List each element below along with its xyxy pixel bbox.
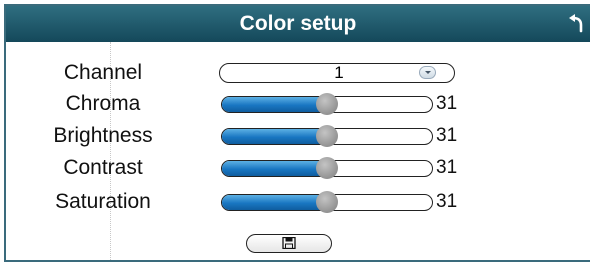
- chroma-row: Chroma 31: [6, 89, 590, 119]
- return-arrow-icon[interactable]: [568, 14, 584, 34]
- channel-dropdown[interactable]: 1: [219, 63, 455, 83]
- dialog-title: Color setup: [239, 12, 357, 35]
- brightness-slider-thumb[interactable]: [316, 125, 338, 147]
- save-icon: [282, 237, 296, 249]
- saturation-slider-thumb[interactable]: [316, 191, 338, 213]
- contrast-slider-fill: [222, 161, 327, 176]
- saturation-slider-fill: [222, 195, 327, 210]
- brightness-value: 31: [436, 125, 458, 146]
- contrast-row: Contrast 31: [6, 153, 590, 183]
- saturation-row: Saturation 31: [6, 187, 590, 217]
- chroma-slider-fill: [222, 97, 327, 112]
- brightness-row: Brightness 31: [6, 121, 590, 151]
- color-setup-dialog: Color setup Channel 1 Chroma 31 Brightne…: [4, 4, 590, 262]
- saturation-value: 31: [436, 191, 458, 212]
- chroma-value: 31: [436, 93, 458, 114]
- chevron-down-icon[interactable]: [419, 66, 436, 79]
- title-bar: Color setup: [6, 6, 590, 42]
- chroma-label: Chroma: [65, 92, 141, 115]
- brightness-slider-fill: [222, 129, 327, 144]
- chroma-slider-thumb[interactable]: [316, 93, 338, 115]
- channel-row: Channel 1: [6, 58, 590, 88]
- contrast-slider-thumb[interactable]: [316, 157, 338, 179]
- brightness-label: Brightness: [53, 124, 153, 147]
- save-button[interactable]: [246, 234, 332, 253]
- contrast-label: Contrast: [63, 156, 143, 179]
- channel-label: Channel: [63, 61, 143, 84]
- saturation-label: Saturation: [55, 190, 151, 213]
- contrast-value: 31: [436, 157, 458, 178]
